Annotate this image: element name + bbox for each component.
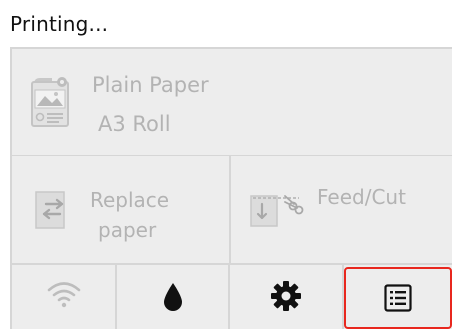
job-list-icon [384,284,412,312]
settings-button[interactable] [230,265,344,329]
replace-paper-button[interactable]: Replace paper [10,156,231,265]
wifi-icon [47,282,81,308]
media-size-label: A3 Roll [98,112,171,136]
feed-cut-icon [250,195,304,227]
media-info-button[interactable]: Plain Paper A3 Roll [10,47,452,157]
replace-paper-icon [35,191,65,229]
status-bar: Printing... [0,0,452,47]
action-row: Replace paper Feed/Cut [10,156,452,265]
gear-icon [271,281,301,311]
paper-roll-icon [31,77,69,127]
replace-paper-label-line2: paper [98,218,157,242]
ink-status-button[interactable] [117,265,230,329]
replace-paper-label: Replace paper [90,185,169,245]
printer-touch-screen: Printing... Plain Paper A3 Roll Replace … [0,0,452,329]
replace-paper-label-line1: Replace [90,188,170,212]
bottom-nav-bar [10,265,452,329]
ink-drop-icon [164,283,182,311]
media-type-label: Plain Paper [92,73,209,97]
status-title: Printing... [10,12,109,36]
wifi-button[interactable] [10,265,117,329]
feed-cut-label: Feed/Cut [317,185,406,209]
job-list-button[interactable] [344,267,452,329]
feed-cut-button[interactable]: Feed/Cut [231,156,452,265]
